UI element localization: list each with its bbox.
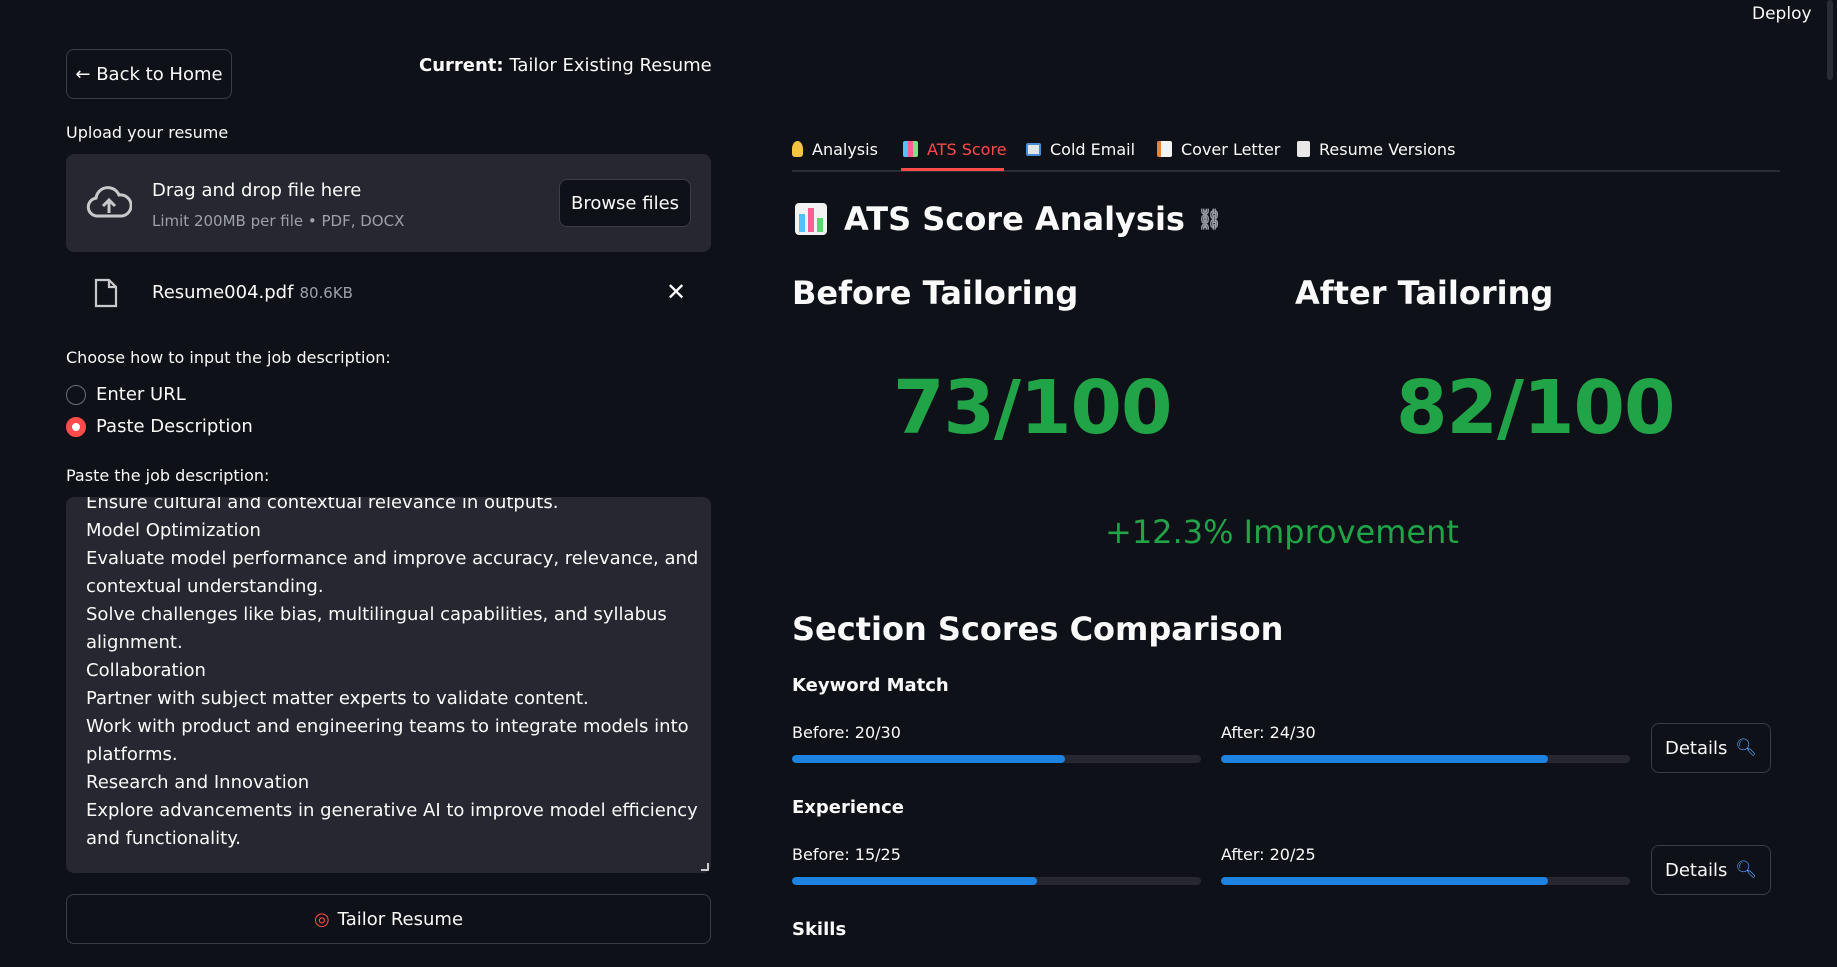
before-score: 73/100 — [893, 365, 1172, 451]
job-description-line: Collaboration — [86, 660, 206, 681]
active-tab-indicator — [901, 168, 1004, 171]
anchor-link-icon[interactable]: ⛓ — [1197, 207, 1222, 231]
radio-label: Enter URL — [96, 384, 186, 405]
section-name-keyword-match: Keyword Match — [792, 675, 949, 696]
tab-cover-letter[interactable]: Cover Letter — [1157, 134, 1280, 164]
radio-enter-url[interactable]: Enter URL — [66, 384, 186, 405]
resize-handle[interactable] — [701, 863, 709, 871]
keyword-before-progress — [792, 755, 1201, 763]
progress-fill — [792, 755, 1065, 763]
bar-chart-icon — [795, 203, 827, 235]
current-mode: Current: Tailor Existing Resume — [419, 55, 712, 76]
section-name-experience: Experience — [792, 797, 904, 818]
deploy-button[interactable]: Deploy — [1752, 4, 1812, 24]
keyword-details-button[interactable]: Details 🔍︎ — [1651, 723, 1771, 773]
job-description-textarea[interactable]: Ensure cultural and contextual relevance… — [66, 497, 711, 873]
progress-fill — [792, 877, 1038, 885]
uploaded-file: Resume004.pdf 80.6KB ✕ — [66, 272, 711, 316]
document-icon — [1297, 141, 1310, 157]
job-description-line: Evaluate model performance and improve a… — [86, 548, 699, 569]
radio-paste-description[interactable]: Paste Description — [66, 416, 253, 437]
email-icon — [1026, 142, 1041, 156]
file-limit-text: Limit 200MB per file • PDF, DOCX — [152, 212, 405, 230]
ats-score-heading: ATS Score Analysis ⛓ — [794, 200, 1222, 238]
file-icon — [94, 278, 118, 308]
progress-fill — [1221, 877, 1549, 885]
experience-before-progress — [792, 877, 1201, 885]
magnifier-icon: 🔍︎ — [1735, 738, 1757, 758]
job-description-line: alignment. — [86, 632, 183, 653]
job-description-text: Ensure cultural and contextual relevance… — [86, 497, 699, 853]
scrollbar[interactable] — [1827, 0, 1833, 80]
target-icon: ◎ — [313, 908, 330, 930]
job-description-line: platforms. — [86, 744, 178, 765]
progress-fill — [1221, 755, 1549, 763]
file-name: Resume004.pdf 80.6KB — [152, 282, 353, 303]
file-size: 80.6KB — [299, 284, 353, 302]
drag-drop-text: Drag and drop file here — [152, 180, 362, 201]
job-description-line: Research and Innovation — [86, 772, 310, 793]
details-label: Details — [1665, 737, 1728, 759]
result-tabs: Analysis ATS Score Cold Email Cover Lett… — [792, 126, 1780, 172]
tailor-resume-label: Tailor Resume — [337, 908, 464, 930]
job-description-line: Ensure cultural and contextual relevance… — [86, 497, 559, 513]
keyword-after-progress — [1221, 755, 1630, 763]
job-description-line: Work with product and engineering teams … — [86, 716, 689, 737]
job-description-line: Explore advancements in generative AI to… — [86, 800, 698, 821]
remove-file-icon[interactable]: ✕ — [666, 278, 686, 306]
tab-analysis[interactable]: Analysis — [792, 134, 878, 164]
after-score: 82/100 — [1396, 365, 1675, 451]
details-label: Details — [1665, 859, 1728, 881]
upload-label: Upload your resume — [66, 123, 229, 142]
ats-title-text: ATS Score Analysis — [844, 200, 1185, 238]
radio-circle-selected[interactable] — [66, 416, 86, 437]
experience-details-button[interactable]: Details 🔍︎ — [1651, 845, 1771, 895]
job-description-line: and functionality. — [86, 828, 242, 849]
tab-label: Cold Email — [1050, 139, 1136, 159]
tab-label: ATS Score — [927, 139, 1007, 159]
tab-label: Analysis — [812, 139, 878, 159]
job-description-label: Paste the job description: — [66, 466, 270, 485]
current-value: Tailor Existing Resume — [509, 55, 712, 76]
section-scores-heading: Section Scores Comparison — [792, 610, 1284, 648]
tab-label: Cover Letter — [1181, 139, 1281, 159]
tab-cold-email[interactable]: Cold Email — [1026, 134, 1135, 164]
experience-before-label: Before: 15/25 — [792, 845, 901, 864]
memo-icon — [1157, 141, 1172, 157]
tab-resume-versions[interactable]: Resume Versions — [1297, 134, 1455, 164]
before-tailoring-heading: Before Tailoring — [792, 274, 1079, 312]
tab-ats-score[interactable]: ATS Score — [903, 134, 1007, 164]
keyword-after-label: After: 24/30 — [1221, 723, 1316, 742]
experience-after-label: After: 20/25 — [1221, 845, 1316, 864]
back-to-home-button[interactable]: ← Back to Home — [66, 49, 232, 99]
keyword-before-label: Before: 20/30 — [792, 723, 901, 742]
section-name-skills: Skills — [792, 919, 847, 940]
improvement-metric: +12.3% Improvement — [1105, 513, 1459, 551]
lightbulb-icon — [792, 141, 803, 157]
input-mode-label: Choose how to input the job description: — [66, 348, 391, 367]
job-description-line: Solve challenges like bias, multilingual… — [86, 604, 667, 625]
tailor-resume-button[interactable]: ◎ Tailor Resume — [66, 894, 711, 944]
cloud-upload-icon — [86, 186, 132, 218]
current-prefix: Current: — [419, 55, 504, 76]
file-name-text: Resume004.pdf — [152, 282, 294, 303]
job-description-line: contextual understanding. — [86, 576, 324, 597]
file-dropzone[interactable]: Drag and drop file here Limit 200MB per … — [66, 154, 711, 252]
magnifier-icon: 🔍︎ — [1735, 860, 1757, 880]
tab-label: Resume Versions — [1319, 139, 1456, 159]
radio-circle[interactable] — [66, 384, 86, 405]
job-description-line: Partner with subject matter experts to v… — [86, 688, 589, 709]
radio-label: Paste Description — [96, 416, 253, 437]
experience-after-progress — [1221, 877, 1630, 885]
browse-files-button[interactable]: Browse files — [559, 179, 691, 227]
job-description-line: Model Optimization — [86, 520, 261, 541]
after-tailoring-heading: After Tailoring — [1295, 274, 1554, 312]
chart-icon — [903, 141, 918, 157]
